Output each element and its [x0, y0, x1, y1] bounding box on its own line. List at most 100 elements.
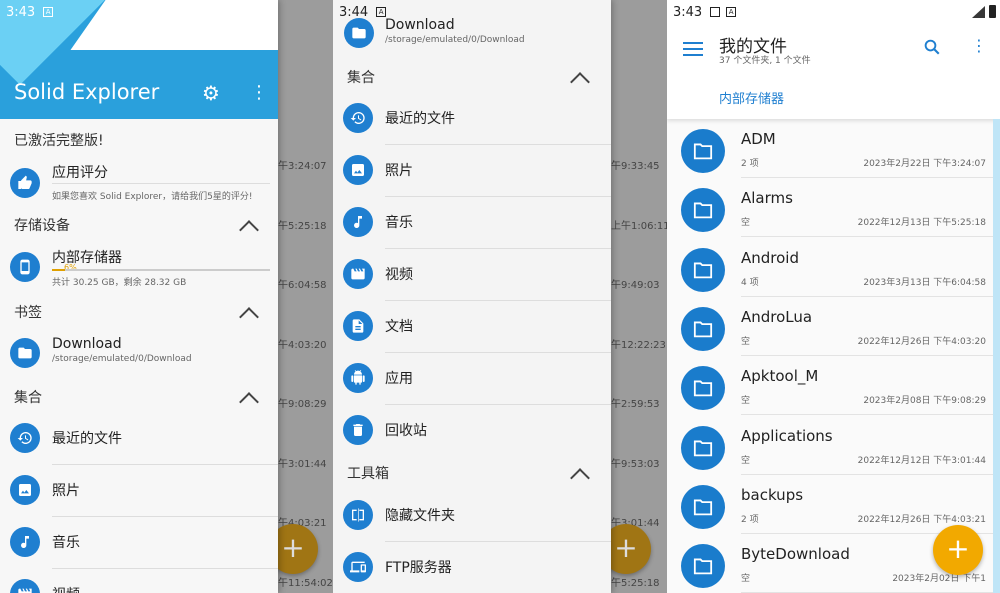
chevron-up-icon[interactable] [239, 307, 259, 327]
thumbs-up-icon [10, 168, 40, 198]
android-icon [343, 363, 373, 393]
folder-date: 2022年12月26日 下午4:03:21 [857, 514, 986, 525]
document-icon [343, 311, 373, 341]
page-subtitle: 37 个文件夹, 1 个文件 [719, 56, 811, 66]
folder-item-count: 2 项 [741, 514, 759, 525]
chevron-up-icon[interactable] [570, 468, 590, 488]
folder-name: Alarms [741, 189, 793, 208]
background-timestamp: 午3:01:44 [278, 458, 327, 470]
photo-icon [343, 155, 373, 185]
app-title: Solid Explorer [14, 80, 160, 104]
folder-item-count: 空 [741, 574, 751, 585]
collection-label: 照片 [385, 163, 413, 179]
chevron-up-icon[interactable] [570, 72, 590, 92]
folder-row[interactable]: AndroLua 空 2022年12月26日 下午4:03:20 [667, 297, 1000, 356]
folder-row[interactable]: Android 4 项 2023年3月13日 下午6:04:58 [667, 238, 1000, 297]
folder-date: 2022年12月12日 下午3:01:44 [857, 455, 986, 466]
search-icon[interactable] [923, 38, 941, 61]
background-timestamp: 午12:22:23 [611, 339, 666, 351]
bookmarks-section-header: 书签 [14, 305, 42, 321]
collection-label: 音乐 [52, 535, 80, 551]
collection-label: 文档 [385, 319, 413, 335]
folder-item-count: 空 [741, 336, 751, 347]
collection-label: FTP服务器 [385, 560, 452, 576]
folder-date: 2023年3月13日 下午6:04:58 [863, 277, 986, 288]
more-vert-icon[interactable]: ⋮ [250, 84, 268, 102]
navigation-drawer: 3:44 A Download /storage/emulated/0/Down… [333, 0, 611, 593]
folder-icon [681, 247, 725, 292]
folder-name: Applications [741, 426, 833, 445]
folder-item-count: 空 [741, 218, 751, 229]
folder-row[interactable]: Applications 空 2022年12月12日 下午3:01:44 [667, 416, 1000, 475]
photo-icon [10, 475, 40, 505]
bookmark-path: /storage/emulated/0/Download [52, 354, 192, 364]
collection-label: 最近的文件 [385, 111, 455, 127]
panel-drawer-main: 午3:24:07 午5:25:18 午6:04:58 午4:03:20 午9:08:29… [0, 0, 333, 593]
image-icon [710, 7, 721, 17]
chevron-up-icon[interactable] [239, 392, 259, 412]
background-timestamp: 午6:04:58 [278, 280, 327, 291]
scrollbar[interactable] [993, 119, 1000, 593]
folder-icon [681, 366, 725, 411]
status-bar: 3:43 A [667, 0, 1000, 24]
folder-icon [681, 306, 725, 351]
collection-label: 视频 [52, 584, 80, 593]
notification-icon: A [376, 7, 387, 17]
more-vert-icon[interactable]: ⋮ [971, 38, 987, 54]
folder-date: 2023年2月02日 下午1 [892, 574, 986, 585]
folder-row[interactable]: Alarms 空 2022年12月13日 下午5:25:18 [667, 178, 1000, 238]
status-bar: 3:43 A [0, 0, 278, 24]
folder-item-count: 2 项 [741, 159, 759, 169]
background-timestamp: 午3:24:07 [278, 161, 327, 172]
phone-icon [10, 252, 40, 282]
background-timestamp: 午9:49:03 [611, 280, 660, 291]
folder-row[interactable]: Apktool_M 空 2023年2月08日 下午9:08:29 [667, 356, 1000, 416]
folder-icon [681, 129, 725, 173]
folder-icon [681, 188, 725, 233]
folder-row[interactable]: ADM 2 项 2023年2月22日 下午3:24:07 [667, 119, 1000, 178]
chevron-up-icon[interactable] [239, 220, 259, 240]
background-timestamp: 午5:25:18 [611, 577, 660, 589]
collection-label: 隐藏文件夹 [385, 508, 455, 524]
gear-icon[interactable]: ⚙ [200, 82, 222, 104]
folder-icon [681, 544, 725, 589]
navigation-drawer: Solid Explorer ⚙ ⋮ 3:43 A 已激活完整版! 应用评分 如… [0, 0, 278, 593]
folder-item-count: 4 项 [741, 277, 759, 288]
folder-date: 2022年12月26日 下午4:03:20 [857, 336, 986, 347]
storage-progress-bar [52, 269, 270, 271]
folder-date: 2023年2月22日 下午3:24:07 [863, 159, 986, 169]
folder-date: 2023年2月08日 下午9:08:29 [863, 396, 986, 407]
trash-icon [343, 415, 373, 445]
video-icon [343, 259, 373, 289]
folder-icon [681, 484, 725, 529]
folder-row[interactable]: backups 2 项 2022年12月26日 下午4:03:21 [667, 475, 1000, 534]
activated-label: 已激活完整版! [14, 133, 104, 149]
folder-name: Android [741, 248, 799, 267]
ftp-icon [343, 552, 373, 582]
breadcrumb[interactable]: 内部存储器 [719, 88, 784, 107]
add-fab-button[interactable]: + [933, 525, 983, 575]
status-bar: 3:44 A [333, 0, 611, 24]
music-icon [343, 207, 373, 237]
collection-label: 音乐 [385, 215, 413, 231]
background-timestamp: 午9:33:45 [611, 161, 660, 172]
folder-item-count: 空 [741, 396, 751, 407]
background-timestamp: 午11:54:02 [278, 577, 333, 589]
folder-name: AndroLua [741, 307, 813, 326]
panel-drawer-scrolled: 午9:33:45 上午1:06:11 午9:49:03 午12:22:23 午2:59:… [333, 0, 667, 593]
collection-label: 最近的文件 [52, 431, 122, 447]
collection-label: 照片 [52, 483, 80, 499]
bookmark-label: Download [52, 336, 122, 352]
collection-label: 回收站 [385, 423, 427, 439]
collections-section-header: 集合 [347, 70, 375, 86]
folder-name: backups [741, 485, 804, 504]
panel-file-browser: 我的文件 37 个文件夹, 1 个文件 ⋮ 内部存储器 3:43 A ADM 2 … [667, 0, 1000, 593]
background-timestamp: 午9:08:29 [278, 399, 327, 410]
recent-icon [10, 423, 40, 453]
collection-label: 视频 [385, 267, 413, 283]
recent-icon [343, 103, 373, 133]
background-timestamp: 午4:03:20 [278, 339, 327, 351]
collections-section-header: 集合 [14, 390, 42, 406]
menu-icon[interactable] [683, 42, 703, 60]
folder-icon [10, 338, 40, 368]
